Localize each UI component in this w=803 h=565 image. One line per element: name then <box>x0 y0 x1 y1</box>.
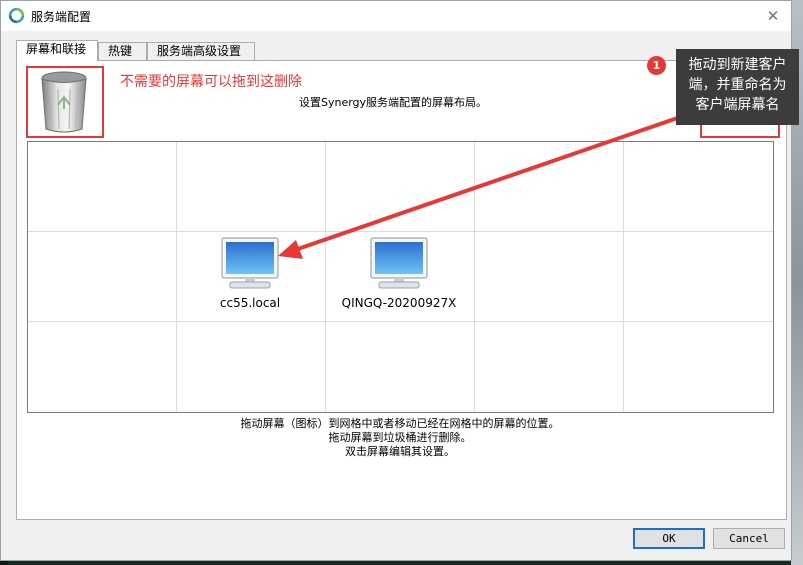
annotation-tooltip: 拖动到新建客户 端，并重命名为 客户端屏幕名 <box>676 49 799 125</box>
step-badge: 1 <box>647 56 666 75</box>
tooltip-line: 端，并重命名为 <box>688 77 787 93</box>
tooltip-line: 客户端屏幕名 <box>695 97 780 113</box>
tab-screens-and-links[interactable]: 屏幕和联接 <box>16 40 98 61</box>
tooltip-line: 拖动到新建客户 <box>688 57 787 73</box>
